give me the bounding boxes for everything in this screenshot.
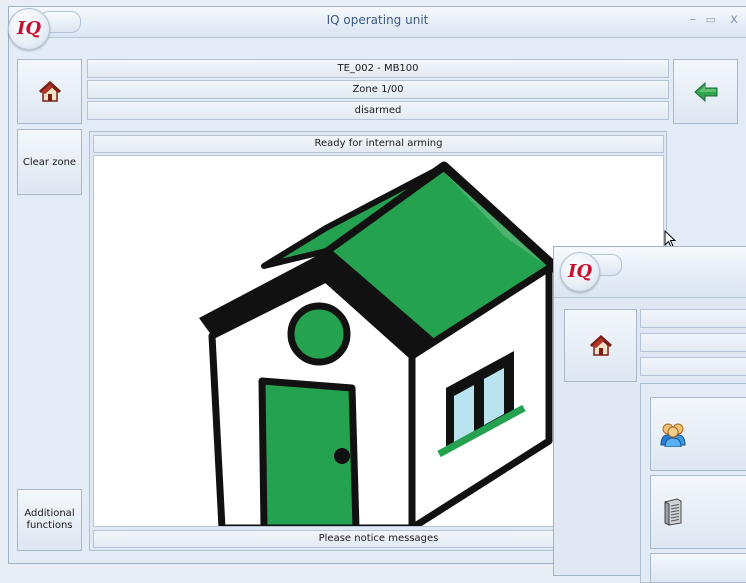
clear-zone-button[interactable]: Clear zone bbox=[17, 129, 82, 195]
overlay-users-button[interactable] bbox=[650, 397, 746, 471]
window-title: IQ operating unit bbox=[326, 13, 429, 27]
arrow-left-icon bbox=[693, 81, 717, 102]
overlay-home-button[interactable] bbox=[564, 309, 637, 382]
home-button[interactable] bbox=[17, 59, 82, 124]
minimize-button[interactable]: – bbox=[690, 12, 697, 27]
status-header: Ready for internal arming bbox=[93, 135, 664, 153]
users-icon bbox=[660, 423, 686, 447]
additional-functions-label: Additional functions bbox=[24, 508, 75, 531]
title-bar: IQ operating unit – ▭ x bbox=[9, 7, 746, 38]
overlay-field-1 bbox=[640, 309, 746, 328]
overlay-field-3 bbox=[640, 357, 746, 376]
close-button[interactable]: x bbox=[730, 12, 738, 27]
house-icon bbox=[589, 334, 612, 356]
overlay-logo-text: IQ bbox=[567, 261, 593, 282]
server-icon bbox=[664, 498, 682, 526]
overlay-button-3[interactable] bbox=[650, 553, 746, 583]
overlay-server-button[interactable] bbox=[650, 475, 746, 549]
overlay-field-2 bbox=[640, 333, 746, 352]
maximize-button[interactable]: ▭ bbox=[706, 13, 716, 26]
logo-text: IQ bbox=[16, 18, 42, 39]
state-field: disarmed bbox=[87, 101, 669, 120]
house-icon bbox=[38, 80, 61, 102]
overlay-iq-logo: IQ bbox=[560, 252, 600, 292]
iq-logo: IQ bbox=[8, 8, 50, 50]
overlay-window bbox=[553, 246, 746, 583]
zone-field: Zone 1/00 bbox=[87, 80, 669, 99]
additional-functions-button[interactable]: Additional functions bbox=[17, 489, 82, 551]
device-field: TE_002 - MB100 bbox=[87, 59, 669, 78]
back-button[interactable] bbox=[673, 59, 738, 124]
clear-zone-label: Clear zone bbox=[22, 156, 77, 168]
